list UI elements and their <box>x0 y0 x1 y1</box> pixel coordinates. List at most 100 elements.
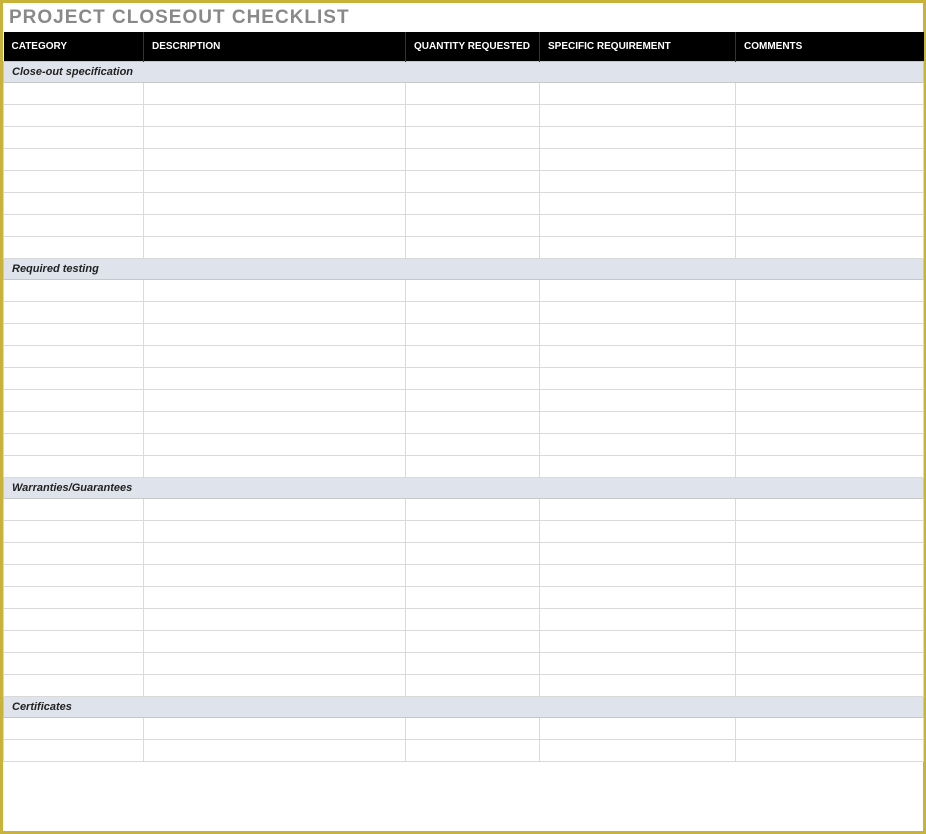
table-cell[interactable] <box>144 346 406 368</box>
table-cell[interactable] <box>406 280 540 302</box>
table-cell[interactable] <box>406 653 540 675</box>
table-cell[interactable] <box>736 149 924 171</box>
table-cell[interactable] <box>406 324 540 346</box>
table-cell[interactable] <box>736 456 924 478</box>
table-cell[interactable] <box>406 149 540 171</box>
table-cell[interactable] <box>4 521 144 543</box>
table-cell[interactable] <box>540 609 736 631</box>
table-cell[interactable] <box>540 149 736 171</box>
table-cell[interactable] <box>406 302 540 324</box>
table-cell[interactable] <box>406 631 540 653</box>
table-cell[interactable] <box>144 215 406 237</box>
table-cell[interactable] <box>406 215 540 237</box>
table-cell[interactable] <box>540 368 736 390</box>
table-cell[interactable] <box>736 127 924 149</box>
table-cell[interactable] <box>406 368 540 390</box>
table-cell[interactable] <box>144 280 406 302</box>
table-cell[interactable] <box>406 390 540 412</box>
table-cell[interactable] <box>4 149 144 171</box>
table-cell[interactable] <box>406 193 540 215</box>
table-cell[interactable] <box>540 718 736 740</box>
table-cell[interactable] <box>4 412 144 434</box>
table-cell[interactable] <box>144 171 406 193</box>
table-cell[interactable] <box>4 653 144 675</box>
table-cell[interactable] <box>540 237 736 259</box>
table-cell[interactable] <box>406 434 540 456</box>
table-cell[interactable] <box>144 302 406 324</box>
table-cell[interactable] <box>736 521 924 543</box>
table-cell[interactable] <box>4 127 144 149</box>
table-cell[interactable] <box>736 740 924 762</box>
table-cell[interactable] <box>406 718 540 740</box>
table-cell[interactable] <box>144 543 406 565</box>
table-cell[interactable] <box>144 324 406 346</box>
table-cell[interactable] <box>406 456 540 478</box>
table-cell[interactable] <box>540 171 736 193</box>
table-cell[interactable] <box>406 740 540 762</box>
table-cell[interactable] <box>540 521 736 543</box>
table-cell[interactable] <box>736 412 924 434</box>
table-cell[interactable] <box>144 456 406 478</box>
table-cell[interactable] <box>540 127 736 149</box>
table-cell[interactable] <box>144 653 406 675</box>
table-cell[interactable] <box>406 587 540 609</box>
table-cell[interactable] <box>4 83 144 105</box>
table-cell[interactable] <box>540 105 736 127</box>
table-cell[interactable] <box>736 718 924 740</box>
table-cell[interactable] <box>406 499 540 521</box>
table-cell[interactable] <box>144 609 406 631</box>
table-cell[interactable] <box>540 302 736 324</box>
table-cell[interactable] <box>4 499 144 521</box>
table-cell[interactable] <box>4 171 144 193</box>
table-cell[interactable] <box>406 83 540 105</box>
table-cell[interactable] <box>144 521 406 543</box>
table-cell[interactable] <box>4 368 144 390</box>
table-cell[interactable] <box>4 302 144 324</box>
table-cell[interactable] <box>736 631 924 653</box>
table-cell[interactable] <box>406 127 540 149</box>
table-cell[interactable] <box>736 609 924 631</box>
table-cell[interactable] <box>540 456 736 478</box>
table-cell[interactable] <box>736 302 924 324</box>
table-cell[interactable] <box>144 631 406 653</box>
table-cell[interactable] <box>406 565 540 587</box>
table-cell[interactable] <box>144 390 406 412</box>
table-cell[interactable] <box>406 675 540 697</box>
table-cell[interactable] <box>4 631 144 653</box>
table-cell[interactable] <box>406 237 540 259</box>
table-cell[interactable] <box>406 412 540 434</box>
table-cell[interactable] <box>736 215 924 237</box>
table-cell[interactable] <box>540 434 736 456</box>
table-cell[interactable] <box>540 83 736 105</box>
table-cell[interactable] <box>144 434 406 456</box>
table-cell[interactable] <box>736 390 924 412</box>
table-cell[interactable] <box>736 171 924 193</box>
table-cell[interactable] <box>540 324 736 346</box>
table-cell[interactable] <box>144 565 406 587</box>
table-cell[interactable] <box>736 368 924 390</box>
table-cell[interactable] <box>540 740 736 762</box>
table-cell[interactable] <box>4 587 144 609</box>
table-cell[interactable] <box>144 105 406 127</box>
table-cell[interactable] <box>4 718 144 740</box>
table-cell[interactable] <box>406 105 540 127</box>
table-cell[interactable] <box>736 193 924 215</box>
table-cell[interactable] <box>736 653 924 675</box>
table-cell[interactable] <box>4 543 144 565</box>
table-cell[interactable] <box>540 193 736 215</box>
table-cell[interactable] <box>4 346 144 368</box>
table-cell[interactable] <box>144 193 406 215</box>
table-cell[interactable] <box>406 171 540 193</box>
table-cell[interactable] <box>540 543 736 565</box>
table-cell[interactable] <box>736 346 924 368</box>
table-cell[interactable] <box>144 412 406 434</box>
table-cell[interactable] <box>406 609 540 631</box>
table-cell[interactable] <box>540 675 736 697</box>
table-cell[interactable] <box>144 368 406 390</box>
table-cell[interactable] <box>144 149 406 171</box>
table-cell[interactable] <box>540 587 736 609</box>
table-cell[interactable] <box>4 565 144 587</box>
table-cell[interactable] <box>4 675 144 697</box>
table-cell[interactable] <box>144 675 406 697</box>
table-cell[interactable] <box>540 499 736 521</box>
